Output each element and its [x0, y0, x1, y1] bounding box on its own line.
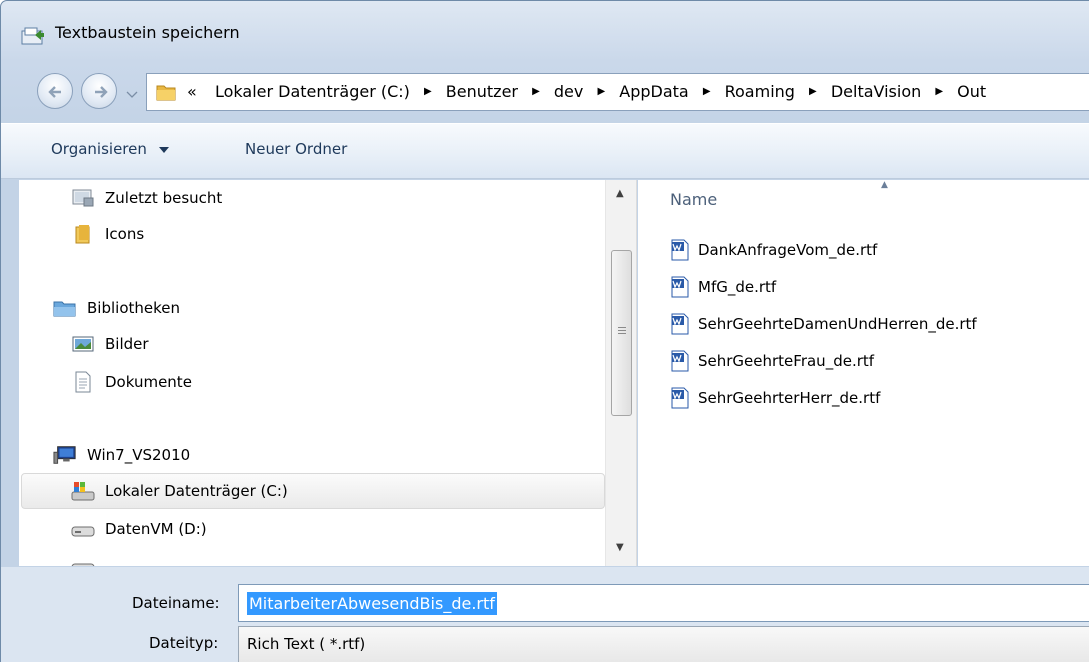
chevron-down-icon	[126, 91, 138, 98]
word-document-icon	[670, 276, 690, 298]
hard-drive-icon	[71, 555, 95, 566]
nav-item-label: Zuletzt besucht	[105, 189, 223, 207]
scrollbar-thumb[interactable]	[611, 250, 632, 416]
nav-item-label: Icons	[105, 225, 145, 243]
breadcrumb-item[interactable]: Roaming	[725, 82, 795, 101]
scroll-up-arrow-icon[interactable]: ▲	[616, 188, 624, 199]
nav-item-computer[interactable]: Win7_VS2010	[53, 437, 190, 473]
breadcrumb-item[interactable]: AppData	[619, 82, 688, 101]
file-name: SehrGeehrteDamenUndHerren_de.rtf	[698, 315, 977, 333]
sort-ascending-icon: ▲	[881, 180, 888, 190]
save-form: Dateiname: MitarbeiterAbwesendBis_de.rtf…	[1, 567, 1089, 662]
address-bar[interactable]: « Lokaler Datenträger (C:) ▶ Benutzer ▶ …	[146, 73, 1089, 111]
filename-value[interactable]: MitarbeiterAbwesendBis_de.rtf	[247, 592, 497, 615]
pictures-library-icon	[71, 333, 95, 355]
nav-item-label: DatenVM (D:)	[105, 520, 207, 538]
nav-item-label: Bilder	[105, 335, 149, 353]
word-document-icon	[670, 387, 690, 409]
breadcrumb-item[interactable]: dev	[554, 82, 583, 101]
organize-menu-button[interactable]: Organisieren	[51, 140, 170, 158]
file-name: SehrGeehrteFrau_de.rtf	[698, 352, 875, 370]
command-toolbar: Organisieren Neuer Ordner	[1, 123, 1089, 179]
forward-button[interactable]	[81, 73, 117, 109]
scroll-down-arrow-icon[interactable]: ▼	[616, 542, 624, 553]
nav-item-documents[interactable]: Dokumente	[71, 364, 192, 400]
breadcrumb-overflow[interactable]: «	[187, 82, 197, 101]
hard-drive-icon	[71, 480, 95, 502]
nav-item-libraries[interactable]: Bibliotheken	[53, 290, 180, 326]
breadcrumb-separator-icon[interactable]: ▶	[935, 86, 943, 97]
filename-input[interactable]: MitarbeiterAbwesendBis_de.rtf	[238, 584, 1089, 622]
file-list-pane[interactable]: ▲ Name DankAnfrageVom_de.rtf MfG_de.rtf	[638, 180, 1089, 566]
organize-label: Organisieren	[51, 140, 147, 158]
back-button[interactable]	[37, 73, 73, 109]
nav-item-pictures[interactable]: Bilder	[71, 326, 149, 362]
breadcrumb-separator-icon[interactable]: ▶	[597, 86, 605, 97]
nav-item-drive-d[interactable]: DatenVM (D:)	[71, 511, 207, 547]
nav-item-drive-c[interactable]: Lokaler Datenträger (C:)	[21, 473, 605, 509]
window-title: Textbaustein speichern	[55, 23, 240, 42]
new-folder-button[interactable]: Neuer Ordner	[245, 140, 347, 158]
file-item[interactable]: SehrGeehrteDamenUndHerren_de.rtf	[670, 309, 977, 339]
grip-icon	[618, 327, 626, 336]
navigation-pane[interactable]: Zuletzt besucht Icons Bibliotheken Bilde…	[19, 180, 637, 566]
hard-drive-icon	[71, 518, 95, 540]
filetype-select[interactable]: Rich Text ( *.rtf)	[238, 626, 1089, 662]
library-icon	[53, 297, 77, 319]
back-arrow-icon	[48, 86, 61, 98]
save-dialog-icon	[21, 26, 45, 46]
file-name: SehrGeehrterHerr_de.rtf	[698, 389, 881, 407]
breadcrumb-item[interactable]: DeltaVision	[831, 82, 921, 101]
nav-item-drive-partial[interactable]	[71, 548, 105, 566]
file-item[interactable]: MfG_de.rtf	[670, 272, 776, 302]
forward-arrow-icon	[95, 86, 108, 98]
file-name: MfG_de.rtf	[698, 278, 777, 296]
nav-item-label: Win7_VS2010	[87, 446, 191, 464]
chevron-down-icon	[158, 147, 169, 153]
breadcrumb: « Lokaler Datenträger (C:) ▶ Benutzer ▶ …	[187, 81, 986, 101]
save-dialog: Textbaustein speichern « Lokaler Datentr…	[0, 0, 1089, 662]
folder-icon	[71, 223, 95, 245]
folder-icon	[155, 82, 177, 106]
nav-item-label: Lokaler Datenträger (C:)	[105, 482, 288, 500]
word-document-icon	[670, 350, 690, 372]
file-item[interactable]: SehrGeehrteFrau_de.rtf	[670, 346, 874, 376]
breadcrumb-separator-icon[interactable]: ▶	[424, 86, 432, 97]
recent-locations-dropdown[interactable]	[126, 85, 138, 103]
column-header-name[interactable]: Name	[670, 190, 717, 209]
breadcrumb-item[interactable]: Benutzer	[446, 82, 518, 101]
nav-item-label: Bibliotheken	[87, 299, 180, 317]
breadcrumb-item[interactable]: Out	[957, 82, 986, 101]
navigation-scrollbar[interactable]: ▲ ▼	[605, 180, 637, 566]
computer-icon	[53, 444, 77, 466]
nav-item-icons[interactable]: Icons	[71, 216, 144, 252]
breadcrumb-separator-icon[interactable]: ▶	[809, 86, 817, 97]
nav-item-label: Dokumente	[105, 373, 192, 391]
file-item[interactable]: SehrGeehrterHerr_de.rtf	[670, 383, 880, 413]
filename-label: Dateiname:	[132, 594, 220, 612]
nav-item-recent[interactable]: Zuletzt besucht	[71, 180, 222, 216]
navigation-bar: « Lokaler Datenträger (C:) ▶ Benutzer ▶ …	[1, 63, 1089, 121]
breadcrumb-separator-icon[interactable]: ▶	[532, 86, 540, 97]
breadcrumb-item[interactable]: Lokaler Datenträger (C:)	[215, 82, 410, 101]
word-document-icon	[670, 239, 690, 261]
document-icon	[71, 371, 95, 393]
word-document-icon	[670, 313, 690, 335]
filetype-label: Dateityp:	[149, 634, 219, 652]
breadcrumb-separator-icon[interactable]: ▶	[703, 86, 711, 97]
file-name: DankAnfrageVom_de.rtf	[698, 241, 878, 259]
title-bar[interactable]: Textbaustein speichern	[1, 1, 1089, 63]
filetype-value: Rich Text ( *.rtf)	[247, 635, 366, 653]
file-item[interactable]: DankAnfrageVom_de.rtf	[670, 235, 877, 265]
recent-places-icon	[71, 187, 95, 209]
